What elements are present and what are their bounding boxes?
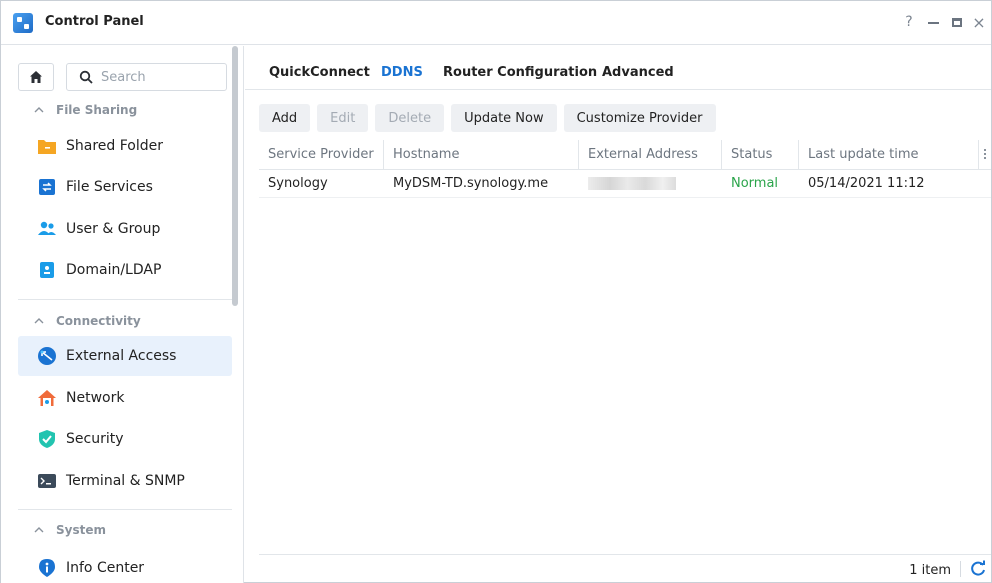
sidebar-item-external-access[interactable]: External Access <box>18 336 232 376</box>
section-label: Connectivity <box>56 314 141 328</box>
control-panel-app-icon <box>13 13 33 33</box>
sidebar-item-file-services[interactable]: File Services <box>18 167 232 207</box>
redacted-address <box>588 177 676 190</box>
sidebar-item-label: External Access <box>66 348 177 364</box>
security-shield-icon <box>37 429 57 449</box>
column-header-external-address[interactable]: External Address <box>579 140 722 170</box>
sidebar-item-network[interactable]: Network <box>18 378 232 418</box>
section-label: System <box>56 523 106 537</box>
delete-button[interactable]: Delete <box>375 104 445 132</box>
column-header-last-update-time[interactable]: Last update time <box>799 140 979 170</box>
cell-hostname: MyDSM-TD.synology.me <box>393 176 549 191</box>
control-panel-window: Control Panel ? × File Sharing <box>0 0 992 583</box>
cell-last-update: 05/14/2021 11:12 <box>808 176 925 191</box>
add-button[interactable]: Add <box>259 104 311 132</box>
help-button[interactable]: ? <box>898 11 920 33</box>
tab-advanced[interactable]: Advanced <box>602 65 674 88</box>
chevron-up-icon <box>34 527 44 533</box>
title-bar: Control Panel ? × <box>1 1 991 45</box>
maximize-button[interactable] <box>946 11 968 33</box>
edit-button[interactable]: Edit <box>317 104 369 132</box>
network-icon <box>37 388 57 408</box>
sidebar: File Sharing Shared Folder File Services… <box>1 46 244 583</box>
domain-ldap-icon <box>37 260 57 280</box>
search-box[interactable] <box>66 63 227 91</box>
sidebar-divider <box>18 509 232 510</box>
info-icon <box>37 558 57 578</box>
window-title: Control Panel <box>45 14 144 29</box>
sidebar-item-label: Network <box>66 390 125 406</box>
terminal-icon <box>37 471 57 491</box>
sidebar-item-label: File Services <box>66 179 153 195</box>
toolbar: Add Edit Delete Update Now Customize Pro… <box>259 104 723 132</box>
table-header: Service Provider Hostname External Addre… <box>259 140 991 170</box>
sidebar-item-terminal-snmp[interactable]: Terminal & SNMP <box>18 461 232 501</box>
tab-router-configuration[interactable]: Router Configuration <box>443 65 597 88</box>
tab-bar: QuickConnect DDNS Router Configuration A… <box>245 46 991 90</box>
section-system[interactable]: System <box>34 523 106 537</box>
section-file-sharing[interactable]: File Sharing <box>34 103 137 117</box>
search-icon <box>79 70 93 84</box>
sidebar-item-label: Terminal & SNMP <box>66 473 185 489</box>
sidebar-item-label: Security <box>66 431 124 447</box>
section-label: File Sharing <box>56 103 138 117</box>
sidebar-item-label: Shared Folder <box>66 138 164 154</box>
table-row[interactable]: Synology MyDSM-TD.synology.me Normal 05/… <box>259 170 991 198</box>
column-menu-button[interactable] <box>979 147 991 163</box>
sidebar-item-label: Info Center <box>66 560 145 576</box>
user-group-icon <box>37 219 57 239</box>
search-input[interactable] <box>101 69 221 85</box>
update-now-button[interactable]: Update Now <box>451 104 557 132</box>
customize-provider-button[interactable]: Customize Provider <box>563 104 716 132</box>
column-header-service-provider[interactable]: Service Provider <box>259 140 384 170</box>
minimize-icon <box>927 22 939 24</box>
sidebar-item-label: Domain/LDAP <box>66 262 162 278</box>
maximize-icon <box>952 17 962 27</box>
home-icon <box>30 71 42 83</box>
main-panel: QuickConnect DDNS Router Configuration A… <box>245 46 991 583</box>
refresh-icon[interactable] <box>969 560 987 578</box>
file-services-icon <box>37 177 57 197</box>
column-header-hostname[interactable]: Hostname <box>384 140 579 170</box>
home-button[interactable] <box>18 63 54 91</box>
chevron-up-icon <box>34 318 44 324</box>
cell-external-address <box>579 170 676 198</box>
column-header-status[interactable]: Status <box>722 140 799 170</box>
sidebar-scrollbar[interactable] <box>232 46 238 306</box>
tab-ddns[interactable]: DDNS <box>381 65 423 88</box>
close-button[interactable]: × <box>968 11 990 33</box>
sidebar-item-user-group[interactable]: User & Group <box>18 209 232 249</box>
chevron-up-icon <box>34 107 44 113</box>
sidebar-item-domain-ldap[interactable]: Domain/LDAP <box>18 250 232 290</box>
cell-status: Normal <box>731 176 779 191</box>
cell-provider: Synology <box>268 176 328 191</box>
item-count: 1 item <box>909 563 951 578</box>
tab-quickconnect[interactable]: QuickConnect <box>269 65 370 88</box>
minimize-button[interactable] <box>922 11 944 33</box>
external-access-icon <box>37 346 57 366</box>
sidebar-divider <box>18 299 232 300</box>
section-connectivity[interactable]: Connectivity <box>34 314 141 328</box>
sidebar-item-security[interactable]: Security <box>18 419 232 459</box>
ddns-table: Service Provider Hostname External Addre… <box>259 140 991 198</box>
footer-divider <box>960 561 961 577</box>
folder-icon <box>37 136 57 156</box>
sidebar-item-shared-folder[interactable]: Shared Folder <box>18 126 232 166</box>
table-footer: 1 item <box>259 554 991 582</box>
sidebar-item-info-center[interactable]: Info Center <box>18 548 232 583</box>
sidebar-item-label: User & Group <box>66 221 161 237</box>
